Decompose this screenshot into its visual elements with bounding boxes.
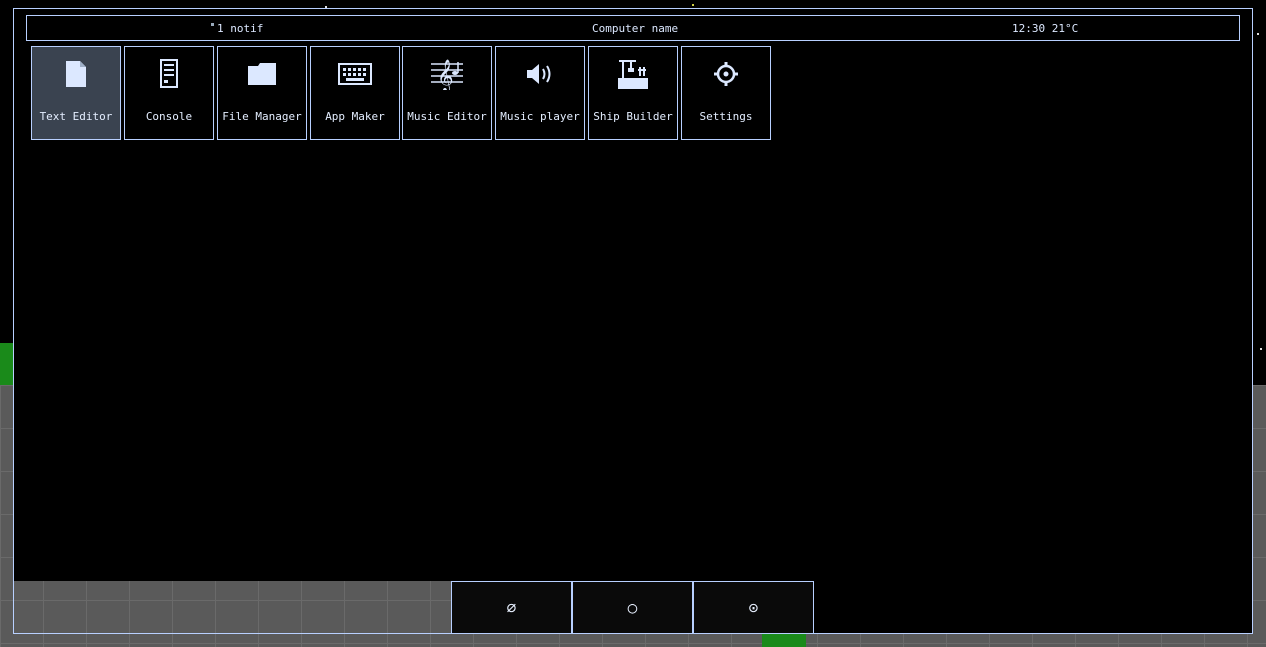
app-settings[interactable]: Settings (681, 46, 771, 140)
app-label: Text Editor (39, 110, 113, 123)
app-file-manager[interactable]: File Manager (217, 46, 307, 140)
dock-button-empty[interactable]: ∅ (451, 581, 572, 634)
app-label: Music Editor (407, 110, 487, 123)
circle-icon: ○ (627, 598, 638, 617)
speaker-icon (496, 57, 584, 91)
app-app-maker[interactable]: App Maker (310, 46, 400, 140)
music-staff-icon: 𝄞 (403, 57, 491, 91)
background-dot (1260, 348, 1262, 350)
svg-text:𝄞: 𝄞 (437, 59, 454, 90)
app-label: App Maker (325, 110, 385, 123)
computer-name: Computer name (592, 22, 679, 35)
top-status-bar: 1 notif Computer name 12:30 21°C (26, 15, 1240, 41)
gear-icon (682, 57, 770, 91)
keyboard-icon (311, 57, 399, 91)
document-icon (32, 57, 120, 91)
app-console[interactable]: Console (124, 46, 214, 140)
notifications-indicator[interactable]: 1 notif (211, 22, 263, 35)
app-label: Music player (500, 110, 580, 123)
background-dot (692, 4, 694, 6)
empty-set-icon: ∅ (506, 598, 517, 617)
notifications-label: 1 notif (217, 22, 264, 35)
app-label: Ship Builder (593, 110, 673, 123)
notification-bullet-icon (211, 23, 214, 26)
app-label: Settings (699, 110, 753, 123)
folder-icon (218, 57, 306, 91)
clock-weather: 12:30 21°C (1012, 22, 1079, 35)
settings-icon: ⊙ (748, 598, 759, 617)
app-music-player[interactable]: Music player (495, 46, 585, 140)
background-dot (1257, 33, 1259, 35)
app-label: Console (145, 110, 193, 123)
app-ship-builder[interactable]: Ship Builder (588, 46, 678, 140)
crane-icon (589, 57, 677, 91)
app-text-editor[interactable]: Text Editor (31, 46, 121, 140)
app-music-editor[interactable]: 𝄞 Music Editor (402, 46, 492, 140)
dock-button-home[interactable]: ○ (572, 581, 693, 634)
console-icon (125, 57, 213, 91)
app-label: File Manager (222, 110, 302, 123)
dock-button-settings[interactable]: ⊙ (693, 581, 814, 634)
